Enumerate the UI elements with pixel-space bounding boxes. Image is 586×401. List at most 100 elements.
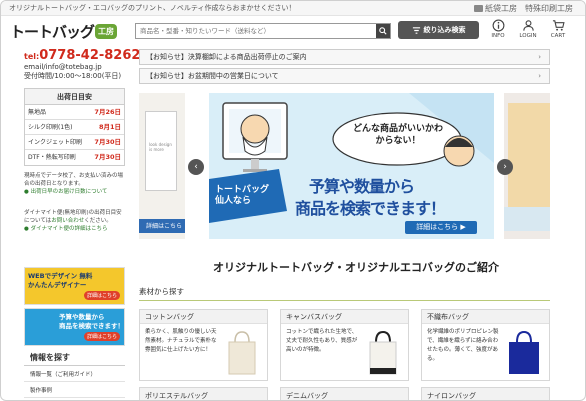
material-card-title: キャンバスバッグ — [281, 310, 408, 324]
budget-banner-text: 予算や数量から 商品を検索できます！ — [59, 313, 124, 331]
next-slide-art — [508, 103, 550, 223]
business-hours: 受付時間/10:00〜18:00(平日) — [24, 72, 122, 80]
narrow-search-label: 絞り込み検索 — [423, 26, 466, 34]
schedule-label: 無地品 — [28, 109, 47, 116]
schedule-label: シルク印刷(1色) — [28, 124, 73, 131]
designer-banner-line2: かんたんデザイナー — [28, 281, 87, 289]
chevron-right-icon: › — [503, 162, 507, 172]
logo-text: トートバッグ — [10, 23, 95, 41]
schedule-date: 7月26日 — [94, 108, 121, 116]
material-card-desc: 化学繊維のポリプロピレン製で、繊維を織らずに絡み合わせたもの。薄くて、強度がある… — [427, 329, 499, 362]
info-section-title: 情報を探す — [24, 349, 125, 366]
shipping-schedule: 出荷日目安 無地品 7月26日 シルク印刷(1色) 8月1日 インクジェット印刷 7月… — [24, 88, 125, 166]
delivery-days-link-label: 出荷日早のお届け日数について — [30, 189, 108, 195]
narrow-search-button[interactable]: 絞り込み検索 — [398, 21, 479, 39]
budget-banner-line1: 予算や数量から — [59, 313, 105, 321]
next-slide-art-bottom — [504, 207, 550, 231]
designer-banner-button: 詳細はこちら — [83, 291, 120, 300]
schedule-label: インクジェット印刷 — [28, 139, 83, 146]
designer-banner-text: WEBでデザイン 無料 かんたんデザイナー — [28, 272, 92, 290]
schedule-date: 7月30日 — [94, 153, 121, 161]
email-link[interactable]: email/info@totebag.jp — [24, 63, 140, 72]
notice-text: 【お知らせ】お盆期間中の営業日について — [146, 72, 279, 80]
filter-icon — [412, 26, 420, 34]
info-link[interactable]: INFO — [488, 19, 508, 39]
chevron-right-icon: › — [538, 53, 541, 61]
budget-banner-button: 詳細はこちら — [83, 332, 120, 341]
carousel-prev-arrow[interactable]: ‹ — [188, 159, 204, 175]
tel-prefix: tel: — [24, 52, 40, 61]
schedule-date: 7月30日 — [94, 138, 121, 146]
dynamite-note: ダイナマイト便(無地印刷)の出荷日目安についてはお問い合わせください。 ● ダイ… — [24, 209, 127, 233]
canvas-bag-image — [369, 330, 397, 375]
dynamite-details-link[interactable]: ● ダイナマイト便の詳細はこちら — [24, 225, 127, 233]
budget-banner-line2: 商品を検索できます！ — [59, 322, 124, 330]
tagline: オリジナルトートバッグ・エコバッグのプリント、ノベルティ作成ならおまかせください… — [9, 4, 296, 12]
material-card-canvas[interactable]: キャンバスバッグ コットンで織られた生地で、丈夫で耐久性もあり、質感が高いのが特… — [280, 309, 409, 381]
section-title-material: 素材から探す — [139, 285, 550, 301]
nonwoven-bag-image — [509, 330, 539, 374]
schedule-row: DTF・熱転写印刷 7月30日 — [25, 150, 124, 165]
contact-link[interactable]: お問い合わせ — [51, 218, 84, 224]
header-icons: INFO LOGIN CART — [488, 19, 568, 39]
brand-tokushu-label: 特殊印刷工房 — [525, 4, 573, 13]
info-item-cases[interactable]: 製作事例 — [24, 384, 125, 398]
info-icon — [492, 19, 504, 32]
cart-link[interactable]: CART — [548, 19, 568, 39]
material-card-denim[interactable]: デニムバッグ — [280, 387, 409, 400]
cotton-bag-image — [228, 331, 256, 375]
chevron-left-icon: ‹ — [194, 162, 198, 172]
hero-slide-budget-search[interactable]: どんな商品がいいかわからない！ トートバッグ仙人なら 予算や数量から 商品を検索… — [209, 93, 494, 239]
search-input[interactable] — [136, 24, 376, 38]
delivery-days-link[interactable]: ● 出荷日早のお届け日数について — [24, 188, 127, 196]
top-strip: オリジナルトートバッグ・エコバッグのプリント、ノベルティ作成ならおまかせください… — [1, 1, 585, 16]
browser-frame: オリジナルトートバッグ・エコバッグのプリント、ノベルティ作成ならおまかせください… — [0, 0, 586, 401]
site-logo[interactable]: トートバッグ 工房 — [10, 21, 118, 42]
schedule-date: 8月1日 — [98, 123, 121, 131]
material-card-cotton[interactable]: コットンバッグ 柔らかく、肌触りの優しい天然素材。ナチュラルで素朴な雰囲気に仕上… — [139, 309, 268, 381]
cart-label: CART — [550, 33, 566, 39]
budget-search-banner[interactable]: 予算や数量から 商品を検索できます！ 詳細はこちら — [24, 308, 125, 346]
hero-details-button[interactable]: 詳細はこちら ▶ — [405, 221, 477, 234]
designer-banner[interactable]: WEBでデザイン 無料 かんたんデザイナー 詳細はこちら — [24, 267, 125, 305]
carousel-prev-slide[interactable]: look design is more 詳細はこちら — [139, 93, 185, 239]
kamibukuro-logo-icon — [474, 5, 483, 12]
info-label: INFO — [491, 33, 505, 39]
cart-icon — [552, 20, 565, 31]
material-card-title: ナイロンバッグ — [427, 392, 476, 400]
tote-bag-image: look design is more — [145, 111, 177, 191]
material-card-desc: 柔らかく、肌触りの優しい天然素材。ナチュラルで素朴な雰囲気に仕上げたい方に！ — [145, 329, 217, 353]
sister-brands: 紙袋工房 特殊印刷工房 — [474, 1, 573, 16]
notice-item[interactable]: 【お知らせ】お盆期間中の営業日について › — [139, 68, 550, 84]
brand-link-kamibukuro[interactable]: 紙袋工房 — [474, 1, 517, 16]
search-box — [135, 23, 391, 39]
material-card-polyester[interactable]: ポリエステルバッグ — [139, 387, 268, 400]
info-item-guide[interactable]: 情報一覧（ご利用ガイド） — [24, 368, 125, 382]
schedule-row: 無地品 7月26日 — [25, 105, 124, 120]
carousel-next-arrow[interactable]: › — [497, 159, 513, 175]
search-icon — [379, 27, 387, 35]
hero-headline-2: 商品を検索できます！ — [295, 199, 446, 218]
dynamite-details-link-label: ダイナマイト便の詳細はこちら — [30, 226, 108, 232]
speech-bubble-text: どんな商品がいいかわからない！ — [352, 124, 443, 146]
schedule-title: 出荷日目安 — [25, 89, 124, 105]
sennin-text: トートバッグ仙人なら — [215, 185, 270, 206]
material-card-desc: コットンで織られた生地で、丈夫で耐久性もあり、質感が高いのが特徴。 — [286, 329, 358, 353]
login-link[interactable]: LOGIN — [518, 19, 538, 39]
intro-title: オリジナルトートバッグ・オリジナルエコバッグのご紹介 — [213, 261, 499, 274]
schedule-row: シルク印刷(1色) 8月1日 — [25, 120, 124, 135]
user-icon — [522, 20, 534, 31]
phone-number[interactable]: tel:0778-42-8262 — [24, 48, 140, 63]
search-button[interactable] — [376, 24, 390, 38]
material-card-nylon[interactable]: ナイロンバッグ — [421, 387, 550, 400]
designer-banner-line1: WEBでデザイン 無料 — [28, 272, 93, 280]
dynamite-note-tail: ください。 — [84, 218, 112, 224]
prev-slide-button: 詳細はこちら — [139, 219, 185, 233]
schedule-note: 現時点でデータ校了、お支払い済みの場合の出荷日となります。 ● 出荷日早のお届け… — [24, 172, 127, 196]
notice-item[interactable]: 【お知らせ】決算棚卸による商品出荷停止のご案内 › — [139, 49, 550, 65]
brand-link-tokushu[interactable]: 特殊印刷工房 — [525, 1, 573, 16]
brand-kamibukuro-label: 紙袋工房 — [485, 4, 517, 13]
prev-slide-button-label: 詳細はこちら — [145, 223, 182, 230]
notice-text: 【お知らせ】決算棚卸による商品出荷停止のご案内 — [146, 53, 307, 61]
material-card-nonwoven[interactable]: 不織布バッグ 化学繊維のポリプロピレン製で、繊維を織らずに絡み合わせたもの。薄く… — [421, 309, 550, 381]
